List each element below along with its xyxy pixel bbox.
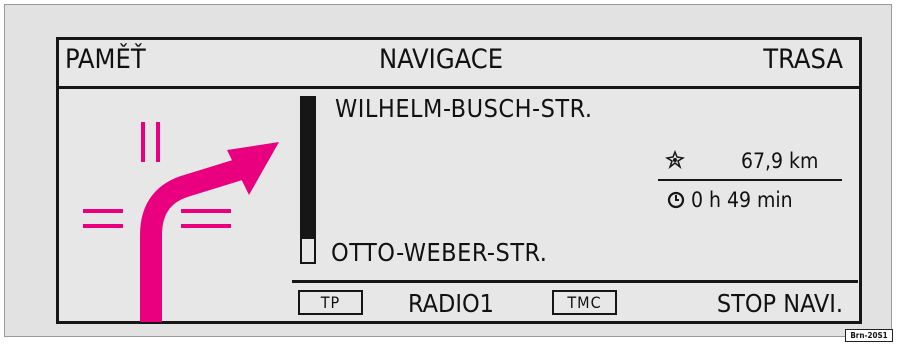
trip-distance: 67,9 km (741, 149, 819, 173)
memory-button[interactable]: PAMĚŤ (65, 43, 146, 77)
image-code-label: Brn-20S1 (845, 329, 893, 342)
tmc-button[interactable]: TMC (552, 290, 617, 315)
footer-divider (292, 280, 858, 283)
radio-source-label[interactable]: RADIO1 (408, 289, 494, 319)
tp-button[interactable]: TP (298, 290, 363, 315)
next-street: OTTO-WEBER-STR. (331, 238, 548, 267)
current-street: WILHELM-BUSCH-STR. (335, 94, 593, 123)
turn-right-arrow-icon (140, 142, 279, 322)
header-divider (59, 86, 859, 89)
stop-navigation-button[interactable]: STOP NAVI. (717, 289, 843, 319)
trip-time: 0 h 49 min (691, 188, 793, 212)
turn-arrow-graphic (83, 122, 279, 322)
page-title: NAVIGACE (379, 44, 504, 75)
route-button[interactable]: TRASA (763, 43, 843, 77)
distance-to-turn-fill (302, 98, 314, 240)
trip-info-divider (658, 179, 842, 181)
destination-flag-icon (665, 150, 685, 170)
clock-icon (667, 191, 685, 209)
navigation-display: PAMĚŤ NAVIGACE TRASA WILHELM-BUSCH-STR. … (56, 37, 862, 324)
distance-to-turn-bar (300, 96, 316, 264)
